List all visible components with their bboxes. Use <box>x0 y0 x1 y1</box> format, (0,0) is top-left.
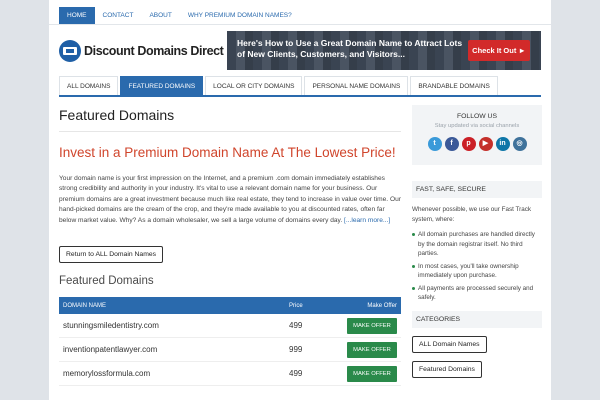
top-nav: HOME CONTACT ABOUT WHY PREMIUM DOMAIN NA… <box>59 7 300 24</box>
domain-price: 499 <box>289 321 303 331</box>
top-nav-about[interactable]: ABOUT <box>141 7 179 24</box>
divider <box>49 24 551 25</box>
twitter-icon[interactable]: t <box>427 137 442 151</box>
sidebar: FOLLOW US Stay updated via social channe… <box>412 105 542 378</box>
column-header-price: Price <box>289 302 303 309</box>
fast-track-text: Whenever possible, we use our Fast Track… <box>412 206 531 223</box>
list-item: All domain purchases are handled directl… <box>412 230 542 259</box>
category-featured-domains-button[interactable]: Featured Domains <box>412 360 482 378</box>
list-item: All payments are processed securely and … <box>412 284 542 303</box>
banner-text: Here's How to Use a Great Domain Name to… <box>237 38 463 59</box>
page-title: Featured Domains <box>59 107 175 123</box>
make-offer-button[interactable]: MAKE OFFER <box>347 341 397 358</box>
logo-text: Discount Domains Direct <box>84 44 224 58</box>
table-row: stunningsmiledentistry.com 499 MAKE OFFE… <box>59 314 401 339</box>
domain-price: 999 <box>289 345 303 355</box>
fast-track-list: All domain purchases are handled directl… <box>412 230 542 303</box>
follow-us-subtitle: Stay updated via social channels <box>434 123 520 129</box>
list-item: In most cases, you'll take ownership imm… <box>412 262 542 281</box>
intro-paragraph: Your domain name is your first impressio… <box>59 174 401 226</box>
top-nav-why-premium[interactable]: WHY PREMIUM DOMAIN NAMES? <box>180 7 300 24</box>
follow-us-title: FOLLOW US <box>456 113 498 120</box>
fast-safe-secure-title: FAST, SAFE, SECURE <box>412 181 542 198</box>
main-nav-personal-name-domains[interactable]: PERSONAL NAME DOMAINS <box>304 76 409 95</box>
logo-icon <box>59 40 81 62</box>
header-banner-ad[interactable]: Here's How to Use a Great Domain Name to… <box>227 31 541 70</box>
instagram-icon[interactable]: ◎ <box>512 137 527 151</box>
top-nav-contact[interactable]: CONTACT <box>95 7 142 24</box>
categories-title: CATEGORIES <box>412 310 542 328</box>
facebook-icon[interactable]: f <box>444 137 459 151</box>
table-row: inventionpatentlawyer.com 999 MAKE OFFER <box>59 338 401 363</box>
headline: Invest in a Premium Domain Name At The L… <box>59 145 396 160</box>
table-row: memorylossformula.com 499 MAKE OFFER <box>59 362 401 387</box>
learn-more-link[interactable]: [...learn more...] <box>344 217 390 224</box>
follow-us-widget: FOLLOW US Stay updated via social channe… <box>412 105 542 165</box>
linkedin-icon[interactable]: in <box>495 137 510 151</box>
make-offer-button[interactable]: MAKE OFFER <box>347 317 397 334</box>
main-nav-brandable-domains[interactable]: BRANDABLE DOMAINS <box>410 76 498 95</box>
return-to-all-domains-button[interactable]: Return to ALL Domain Names <box>59 246 164 264</box>
table-header: DOMAIN NAME Price Make Offer <box>59 297 401 315</box>
main-nav: ALL DOMAINS FEATURED DOMAINS LOCAL OR CI… <box>59 76 541 97</box>
site-logo[interactable]: Discount Domains Direct <box>59 38 224 64</box>
divider <box>59 131 401 132</box>
main-nav-featured-domains[interactable]: FEATURED DOMAINS <box>120 76 204 95</box>
page: HOME CONTACT ABOUT WHY PREMIUM DOMAIN NA… <box>49 0 551 400</box>
main-content: Featured Domains Invest in a Premium Dom… <box>59 105 401 387</box>
main-nav-all-domains[interactable]: ALL DOMAINS <box>59 76 119 95</box>
pinterest-icon[interactable]: p <box>461 137 476 151</box>
domain-name: memorylossformula.com <box>63 369 151 379</box>
column-header-make-offer: Make Offer <box>367 302 397 309</box>
main-nav-local-city-domains[interactable]: LOCAL OR CITY DOMAINS <box>205 76 303 95</box>
social-icons: t f p ▶ in ◎ <box>412 137 542 151</box>
domain-name: inventionpatentlawyer.com <box>63 345 158 355</box>
top-nav-home[interactable]: HOME <box>59 7 95 24</box>
youtube-icon[interactable]: ▶ <box>478 137 493 151</box>
domain-price: 499 <box>289 369 303 379</box>
domain-name: stunningsmiledentistry.com <box>63 321 159 331</box>
category-all-domain-names-button[interactable]: ALL Domain Names <box>412 335 487 353</box>
banner-check-it-out-button[interactable]: Check It Out ► <box>468 40 530 61</box>
column-header-domain: DOMAIN NAME <box>63 302 107 309</box>
section-title: Featured Domains <box>59 275 154 288</box>
domains-table: DOMAIN NAME Price Make Offer stunningsmi… <box>59 297 401 387</box>
make-offer-button[interactable]: MAKE OFFER <box>347 365 397 382</box>
